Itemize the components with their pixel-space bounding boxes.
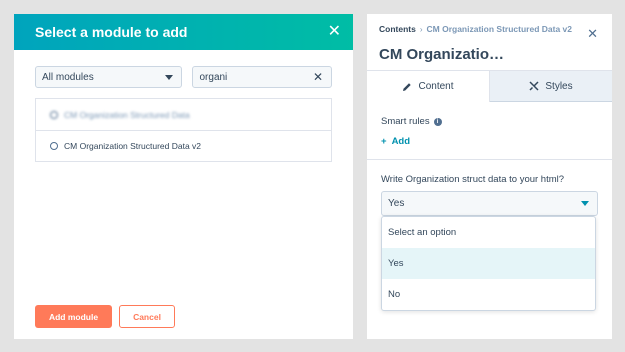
modal-title: Select a module to add: [35, 24, 188, 40]
tab-label: Styles: [545, 80, 573, 92]
module-filters: All modules ✕: [14, 50, 353, 88]
panel-header: Contents › CM Organization Structured Da…: [367, 14, 612, 71]
tab-label: Content: [418, 81, 454, 92]
module-type-select[interactable]: All modules: [35, 66, 183, 88]
module-search-field[interactable]: ✕: [192, 66, 332, 88]
breadcrumb: Contents › CM Organization Structured Da…: [379, 24, 600, 34]
chevron-down-icon: [581, 201, 589, 206]
add-smart-rule-button[interactable]: + Add: [381, 136, 598, 147]
close-icon[interactable]: ✕: [587, 26, 598, 42]
plus-icon: +: [381, 136, 387, 147]
module-icon: [50, 142, 58, 150]
list-item[interactable]: CM Organization Structured Data v2: [36, 130, 331, 161]
modal-footer: Add module Cancel: [35, 305, 175, 328]
dropdown-option[interactable]: Yes: [382, 248, 595, 279]
module-type-value: All modules: [42, 71, 94, 83]
module-editor-panel: Contents › CM Organization Structured Da…: [367, 14, 612, 339]
info-icon[interactable]: i: [433, 117, 442, 126]
close-icon[interactable]: ✕: [328, 24, 341, 40]
page-title: CM Organizatio…: [379, 46, 505, 63]
clear-icon[interactable]: ✕: [313, 70, 323, 84]
smart-rules-text: Smart rules: [381, 116, 430, 127]
breadcrumb-contents-link[interactable]: Contents: [379, 24, 416, 34]
select-module-modal: Select a module to add ✕ All modules ✕ C…: [14, 14, 353, 339]
add-module-button[interactable]: Add module: [35, 305, 112, 328]
tab-content[interactable]: Content: [367, 71, 490, 102]
organization-data-select[interactable]: Yes: [381, 191, 598, 216]
select-value: Yes: [388, 198, 405, 209]
panel-tabs: Content Styles: [367, 71, 612, 102]
brush-icon: [529, 81, 539, 91]
chevron-right-icon: ›: [419, 24, 423, 34]
smart-rules-label: Smart rules i: [381, 116, 598, 127]
module-search-input[interactable]: [199, 71, 300, 83]
module-name: CM Organization Structured Data: [64, 109, 190, 120]
module-icon: [50, 110, 58, 119]
module-results-list: CM Organization Structured Data CM Organ…: [35, 98, 332, 162]
pencil-icon: [403, 82, 412, 91]
chevron-down-icon: [165, 74, 174, 80]
breadcrumb-current: CM Organization Structured Data v2: [426, 24, 572, 34]
add-label: Add: [391, 136, 411, 147]
module-name: CM Organization Structured Data v2: [64, 141, 202, 151]
modal-header: Select a module to add ✕: [14, 14, 353, 50]
smart-rules-section: Smart rules i + Add: [367, 102, 612, 147]
select-dropdown-menu: Select an option Yes No: [381, 216, 596, 311]
dropdown-option[interactable]: Select an option: [382, 217, 595, 248]
cancel-button[interactable]: Cancel: [119, 305, 175, 328]
list-item[interactable]: CM Organization Structured Data: [36, 99, 331, 130]
field-label: Write Organization struct data to your h…: [381, 174, 565, 185]
tab-styles[interactable]: Styles: [490, 71, 612, 102]
dropdown-option[interactable]: No: [382, 279, 595, 310]
